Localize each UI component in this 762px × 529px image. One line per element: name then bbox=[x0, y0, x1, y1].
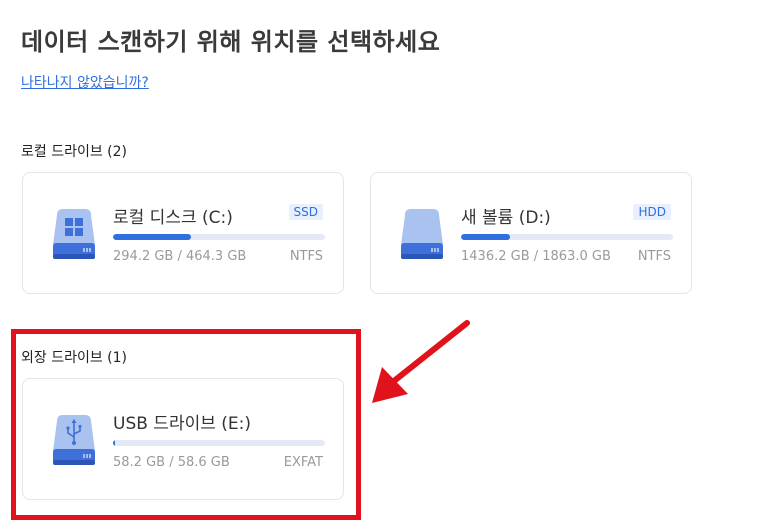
drive-type-badge: HDD bbox=[633, 204, 671, 220]
usage-bar-fill bbox=[461, 234, 510, 240]
drive-card-d[interactable]: 새 볼륨 (D:) HDD 1436.2 GB / 1863.0 GB NTFS bbox=[370, 172, 692, 294]
drive-name: 로컬 디스크 (C:) bbox=[113, 208, 233, 228]
drive-filesystem: NTFS bbox=[289, 249, 323, 264]
drive-usage: 294.2 GB / 464.3 GB bbox=[113, 249, 247, 264]
local-drives-label: 로컬 드라이브 (2) bbox=[21, 144, 128, 160]
drive-usage: 1436.2 GB / 1863.0 GB bbox=[461, 249, 611, 264]
not-shown-help-link[interactable]: 나타나지 않았습니까? bbox=[21, 72, 149, 92]
drive-name: 새 볼륨 (D:) bbox=[461, 208, 551, 228]
usage-bar bbox=[113, 234, 325, 240]
usage-bar-fill bbox=[113, 234, 192, 240]
drive-type-badge: SSD bbox=[288, 204, 323, 220]
drive-filesystem: NTFS bbox=[637, 249, 671, 264]
drive-card-c[interactable]: 로컬 디스크 (C:) SSD 294.2 GB / 464.3 GB NTFS bbox=[22, 172, 344, 294]
highlight-box bbox=[11, 329, 361, 520]
usage-bar bbox=[461, 234, 673, 240]
hard-drive-icon bbox=[401, 209, 443, 259]
windows-drive-icon bbox=[53, 209, 95, 259]
page-title: 데이터 스캔하기 위해 위치를 선택하세요 bbox=[21, 28, 441, 56]
annotation-arrow-icon bbox=[372, 320, 470, 403]
